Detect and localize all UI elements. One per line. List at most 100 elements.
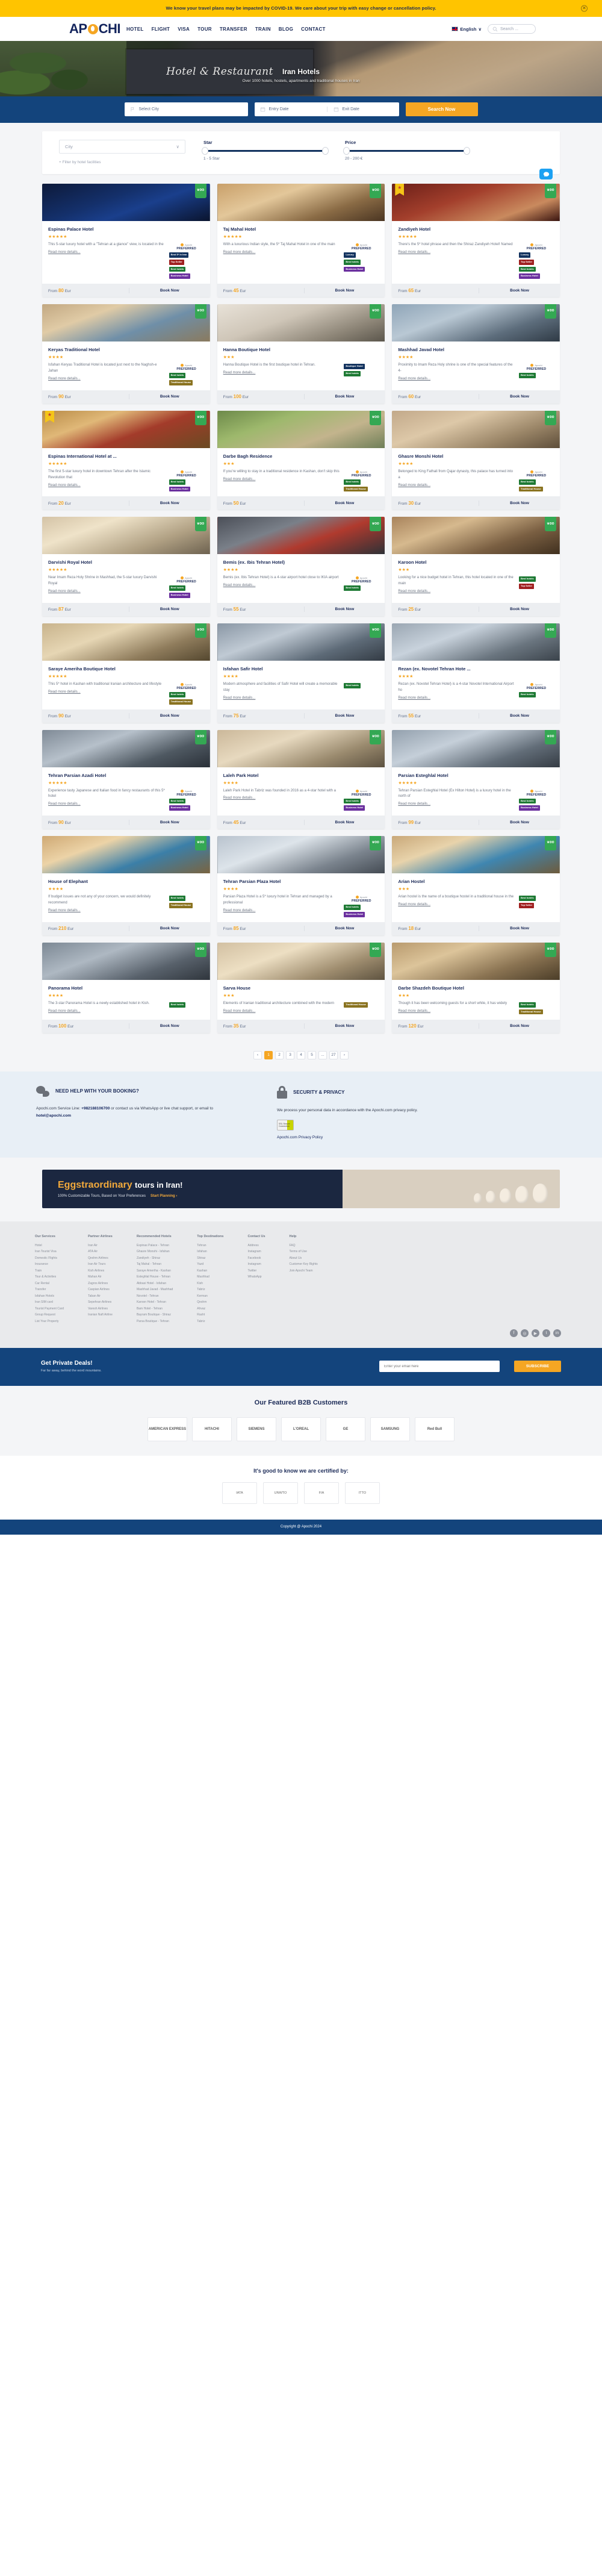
- apochi-logo[interactable]: AP CHI: [69, 21, 120, 37]
- hotel-card[interactable]: ❦ ʘʘ Parsian Esteghlal Hotel ★★★★★ Tehran…: [392, 729, 560, 829]
- read-more-link[interactable]: Read more details...: [398, 589, 515, 595]
- book-now-button[interactable]: Book Now: [305, 288, 385, 293]
- footer-link[interactable]: ATA Air: [88, 1249, 113, 1255]
- pagination-page[interactable]: 27: [329, 1050, 338, 1059]
- footer-link[interactable]: Tour & Activities: [35, 1274, 64, 1280]
- city-input[interactable]: Select City: [124, 102, 248, 116]
- book-now-button[interactable]: Book Now: [479, 395, 560, 399]
- newsletter-subscribe-button[interactable]: SUBSCRIBE: [514, 1361, 561, 1373]
- footer-link[interactable]: Iran Air: [88, 1243, 113, 1249]
- social-icon[interactable]: t: [542, 1329, 550, 1338]
- footer-link[interactable]: Taj Mahal - Tehran: [137, 1261, 173, 1268]
- read-more-link[interactable]: Read more details...: [48, 908, 166, 914]
- read-more-link[interactable]: Read more details...: [48, 250, 166, 256]
- social-icon[interactable]: ◎: [521, 1329, 529, 1338]
- book-now-button[interactable]: Book Now: [129, 820, 210, 825]
- read-more-link[interactable]: Read more details...: [223, 250, 341, 256]
- footer-link[interactable]: Isfahan: [197, 1249, 223, 1255]
- nav-item-blog[interactable]: BLOG: [279, 27, 293, 32]
- book-now-button[interactable]: Book Now: [479, 820, 560, 825]
- read-more-link[interactable]: Read more details...: [48, 483, 166, 489]
- footer-link[interactable]: Novotel - Tehran: [137, 1293, 173, 1300]
- footer-link[interactable]: Isfahan Hotels: [35, 1293, 64, 1300]
- hotel-card[interactable]: ❦ ʘʘ Tehran Parsian Plaza Hotel ★★★★ Pars…: [217, 836, 385, 935]
- hotel-card[interactable]: ❦ ʘʘ Darbe Bagh Residence ★★★ If you're w…: [217, 410, 385, 510]
- nav-item-visa[interactable]: VISA: [178, 27, 190, 32]
- pagination-prev[interactable]: ‹: [253, 1050, 262, 1059]
- footer-link[interactable]: Address: [247, 1243, 265, 1249]
- read-more-link[interactable]: Read more details...: [48, 376, 166, 382]
- pagination-page[interactable]: ...: [318, 1050, 327, 1059]
- footer-link[interactable]: Shiraz: [197, 1255, 223, 1262]
- footer-link[interactable]: Kish: [197, 1280, 223, 1287]
- search-now-button[interactable]: Search Now: [405, 102, 478, 116]
- hotel-card[interactable]: ❦ ʘʘ Arian Hostel ★★★ Arian hostel is the…: [392, 836, 560, 935]
- footer-link[interactable]: Iran Air Tours: [88, 1261, 113, 1268]
- entry-date-input[interactable]: Entry Date: [260, 107, 327, 112]
- footer-link[interactable]: Tehran: [197, 1243, 223, 1249]
- social-icon[interactable]: ▶: [532, 1329, 539, 1338]
- footer-link[interactable]: Sepehran Airlines: [88, 1299, 113, 1306]
- footer-link[interactable]: Varesh Airlines: [88, 1306, 113, 1312]
- nav-item-train[interactable]: TRAIN: [255, 27, 271, 32]
- footer-link[interactable]: Tourist Payment Card: [35, 1306, 64, 1312]
- read-more-link[interactable]: Read more details...: [223, 477, 341, 483]
- hotel-card[interactable]: ❦ ʘʘ Tehran Parsian Azadi Hotel ★★★★★ Exp…: [42, 729, 210, 829]
- footer-link[interactable]: Kerman: [197, 1293, 223, 1300]
- hotel-card[interactable]: ★ ❦ ʘʘ Espinas International Hotel at ...…: [42, 410, 210, 510]
- footer-link[interactable]: Iran Tourist Visa: [35, 1249, 64, 1255]
- read-more-link[interactable]: Read more details...: [398, 376, 515, 382]
- footer-link[interactable]: Abbasi Hotel - Isfahan: [137, 1280, 173, 1287]
- read-more-link[interactable]: Read more details...: [48, 690, 166, 696]
- filter-facilities-toggle[interactable]: + Filter by hotel facilities: [59, 160, 185, 164]
- hotel-card[interactable]: ❦ ʘʘ Laleh Park Hotel ★★★★ Laleh Park Hot…: [217, 729, 385, 829]
- book-now-button[interactable]: Book Now: [479, 501, 560, 505]
- book-now-button[interactable]: Book Now: [129, 501, 210, 505]
- newsletter-email-input[interactable]: [379, 1361, 500, 1373]
- book-now-button[interactable]: Book Now: [479, 607, 560, 611]
- read-more-link[interactable]: Read more details...: [398, 1009, 515, 1015]
- support-email[interactable]: hotel@apochi.com: [36, 1114, 71, 1118]
- footer-link[interactable]: Zagros Airlines: [88, 1280, 113, 1287]
- read-more-link[interactable]: Read more details...: [398, 696, 515, 702]
- book-now-button[interactable]: Book Now: [129, 607, 210, 611]
- footer-link[interactable]: Transfer: [35, 1286, 64, 1293]
- read-more-link[interactable]: Read more details...: [398, 902, 515, 908]
- exit-date-input[interactable]: Exit Date: [326, 107, 394, 112]
- footer-link[interactable]: WhatsApp: [247, 1274, 265, 1280]
- price-slider-max-handle[interactable]: [464, 147, 470, 155]
- book-now-button[interactable]: Book Now: [479, 714, 560, 718]
- book-now-button[interactable]: Book Now: [129, 1024, 210, 1028]
- book-now-button[interactable]: Book Now: [129, 395, 210, 399]
- footer-link[interactable]: Tabriz: [197, 1286, 223, 1293]
- social-icon[interactable]: f: [510, 1329, 518, 1338]
- filter-city-select[interactable]: City ∨: [59, 140, 185, 154]
- footer-link[interactable]: About Us: [290, 1255, 318, 1262]
- service-phone[interactable]: +982188106700: [81, 1106, 110, 1111]
- star-slider[interactable]: [202, 147, 329, 155]
- read-more-link[interactable]: Read more details...: [223, 908, 341, 914]
- hotel-card[interactable]: ❦ ʘʘ Karoon Hotel ★★★ Looking for a nice …: [392, 517, 560, 616]
- nav-search-input[interactable]: Search ...: [488, 24, 536, 34]
- nav-item-flight[interactable]: FLIGHT: [152, 27, 170, 32]
- footer-link[interactable]: Iranian Naft Airline: [88, 1312, 113, 1318]
- book-now-button[interactable]: Book Now: [479, 288, 560, 293]
- footer-link[interactable]: Karoon Hotel - Tehran: [137, 1299, 173, 1306]
- hotel-card[interactable]: ❦ ʘʘ Panorama Hotel ★★★★ The 3-star Panor…: [42, 942, 210, 1033]
- nav-item-hotel[interactable]: HOTEL: [126, 27, 144, 32]
- price-slider[interactable]: [343, 147, 470, 155]
- book-now-button[interactable]: Book Now: [305, 714, 385, 718]
- pagination-page[interactable]: 3: [286, 1050, 294, 1059]
- star-slider-max-handle[interactable]: [322, 147, 329, 155]
- footer-link[interactable]: Caspian Airlines: [88, 1286, 113, 1293]
- footer-link[interactable]: Qeshm Airlines: [88, 1255, 113, 1262]
- read-more-link[interactable]: Read more details...: [223, 1009, 341, 1015]
- footer-link[interactable]: Parsa Boutique - Tehran: [137, 1318, 173, 1325]
- footer-link[interactable]: Ahvaz: [197, 1306, 223, 1312]
- eggstraordinary-banner[interactable]: Eggstraordinary tours in Iran! 100% Cust…: [42, 1169, 560, 1208]
- read-more-link[interactable]: Read more details...: [398, 802, 515, 808]
- book-now-button[interactable]: Book Now: [305, 820, 385, 825]
- read-more-link[interactable]: Read more details...: [223, 696, 341, 702]
- book-now-button[interactable]: Book Now: [479, 926, 560, 931]
- footer-link[interactable]: Rasht: [197, 1312, 223, 1318]
